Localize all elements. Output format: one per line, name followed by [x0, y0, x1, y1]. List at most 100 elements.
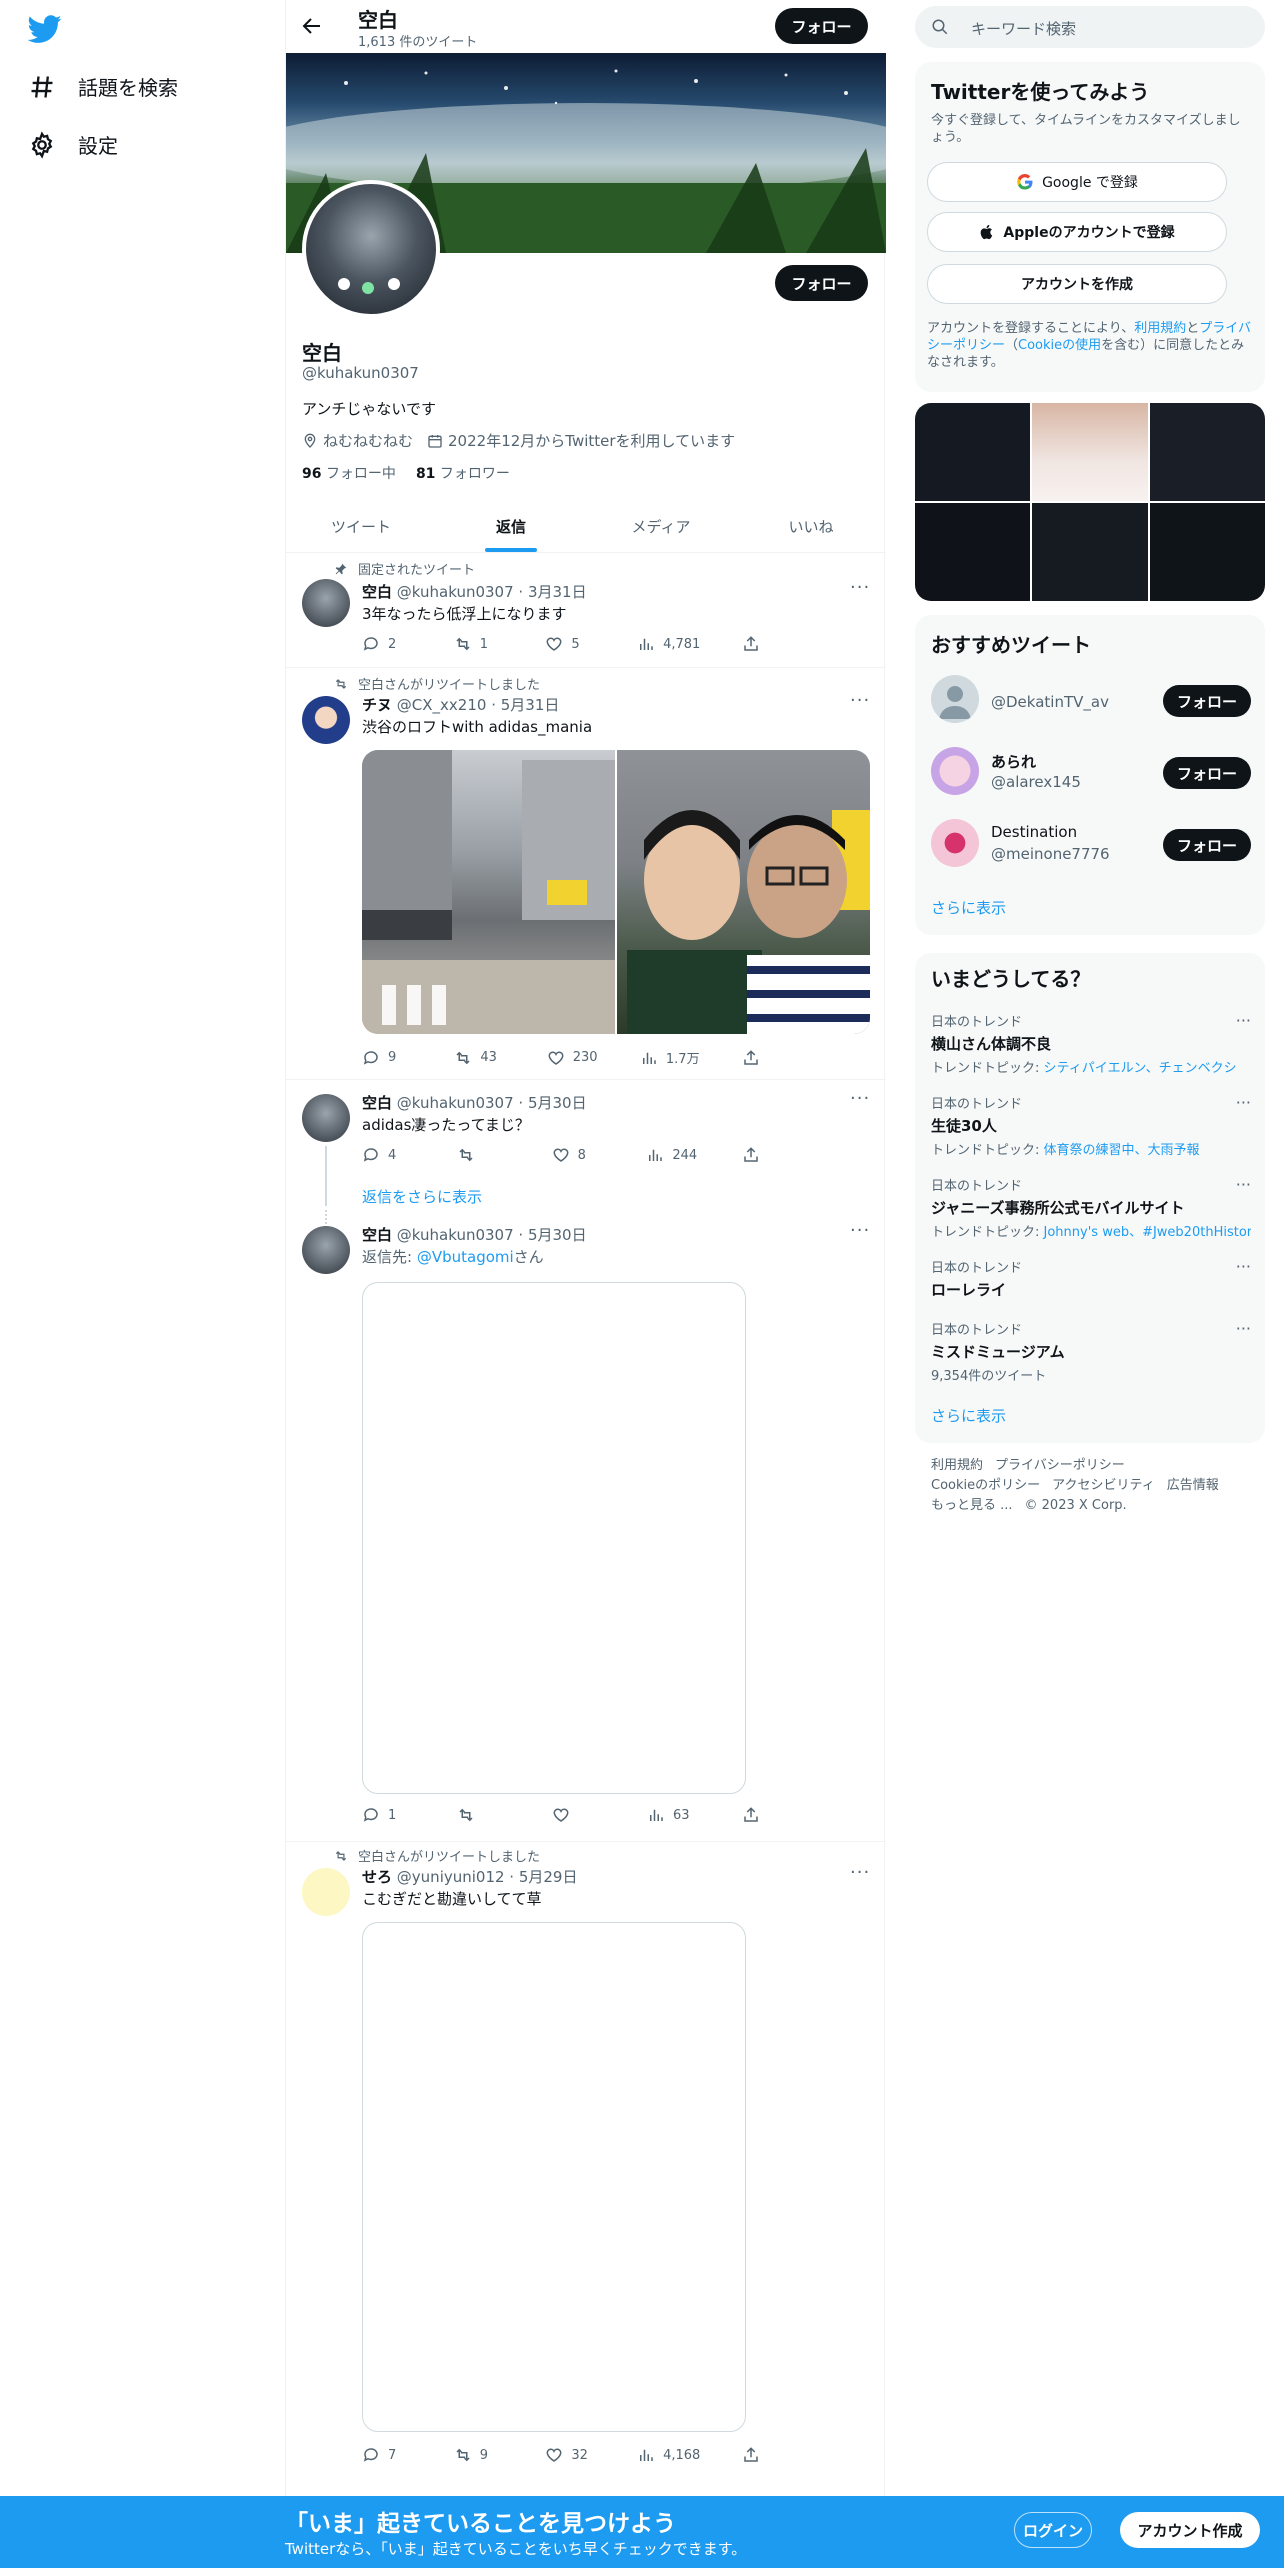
header-follow-button[interactable]: フォロー: [775, 8, 868, 44]
tweet-media-placeholder[interactable]: [362, 1282, 746, 1794]
tweet-retweet-sero[interactable]: 空白さんがリツイートしました せろ @yuniyuni012 · 5月29日 ·…: [286, 1842, 886, 2482]
tab-replies[interactable]: 返信: [436, 500, 586, 552]
tweet-author-name[interactable]: 空白: [362, 1226, 392, 1244]
more-options-icon[interactable]: ···: [850, 577, 870, 598]
media-thumb-4[interactable]: [915, 503, 1031, 601]
recommended-user[interactable]: Destination @meinone7776 フォロー: [931, 815, 1251, 875]
retweet-button[interactable]: [457, 1806, 507, 1824]
more-options-icon[interactable]: ···: [1236, 1257, 1251, 1276]
like-button[interactable]: 32: [545, 2446, 595, 2464]
apple-signup-button[interactable]: Appleのアカウントで登録: [927, 212, 1227, 252]
tweet-pinned[interactable]: 固定されたツイート 空白 @kuhakun0307 · 3月31日 ··· 3年…: [286, 553, 886, 668]
views-button[interactable]: 1.7万: [640, 1048, 700, 1067]
signup-button[interactable]: アカウント作成: [1120, 2512, 1260, 2548]
retweet-button[interactable]: 9: [454, 2446, 504, 2464]
trend-item[interactable]: 日本のトレンド 生徒30人 トレンドトピック: 体育祭の練習中、大雨予報 ···: [931, 1093, 1251, 1158]
footer-ads-link[interactable]: 広告情報: [1167, 1478, 1219, 1493]
views-button[interactable]: 63: [647, 1806, 697, 1824]
photo-selfie[interactable]: [617, 750, 870, 1034]
tab-tweets[interactable]: ツイート: [286, 500, 436, 552]
create-account-button[interactable]: アカウントを作成: [927, 264, 1227, 304]
trend-item[interactable]: 日本のトレンド ジャニーズ事務所公式モバイルサイト トレンドトピック: John…: [931, 1175, 1251, 1240]
tweet-author-name[interactable]: 空白: [362, 583, 392, 601]
google-signup-button[interactable]: Google で登録: [927, 162, 1227, 202]
retweet-button[interactable]: [457, 1146, 507, 1164]
back-arrow-icon[interactable]: [300, 14, 324, 38]
profile-avatar[interactable]: [302, 180, 440, 318]
reply-button[interactable]: 1: [362, 1806, 412, 1824]
tweet-avatar[interactable]: [302, 696, 350, 744]
recommended-show-more[interactable]: さらに表示: [931, 897, 1006, 918]
trend-item[interactable]: 日本のトレンド 横山さん体調不良 トレンドトピック: シティパイエルン、チェンベ…: [931, 1011, 1251, 1076]
twitter-logo-icon[interactable]: [28, 12, 62, 46]
tweet-author-name[interactable]: せろ: [362, 1868, 392, 1886]
reply-to-mention[interactable]: @Vbutagomi: [417, 1248, 514, 1266]
share-button[interactable]: [742, 1146, 792, 1164]
tweet-media-placeholder[interactable]: [362, 1922, 746, 2432]
tweet-avatar[interactable]: [302, 1094, 350, 1142]
more-options-icon[interactable]: ···: [1236, 1011, 1251, 1030]
profile-follow-button[interactable]: フォロー: [775, 265, 868, 301]
more-options-icon[interactable]: ···: [850, 1220, 870, 1241]
share-button[interactable]: [742, 635, 792, 653]
media-thumb-5[interactable]: [1032, 503, 1148, 601]
trend-item[interactable]: 日本のトレンド ローレライ ···: [931, 1257, 1251, 1300]
recommended-follow-button[interactable]: フォロー: [1163, 685, 1251, 717]
media-thumb-2[interactable]: [1032, 403, 1148, 501]
trends-show-more[interactable]: さらに表示: [931, 1405, 1006, 1426]
share-button[interactable]: [742, 2446, 792, 2464]
recommended-follow-button[interactable]: フォロー: [1163, 757, 1251, 789]
recommended-user[interactable]: あられ @alarex145 フォロー: [931, 743, 1251, 803]
more-options-icon[interactable]: ···: [1236, 1319, 1251, 1338]
reply-button[interactable]: 4: [362, 1146, 412, 1164]
retweet-button[interactable]: 43: [454, 1048, 504, 1067]
media-thumb-6[interactable]: [1149, 503, 1265, 601]
views-button[interactable]: 244: [646, 1146, 697, 1164]
reply-button[interactable]: 2: [362, 635, 412, 653]
footer-more-link[interactable]: もっと見る ...: [931, 1498, 1013, 1513]
tweet-avatar[interactable]: [302, 1226, 350, 1274]
trend-item[interactable]: 日本のトレンド ミスドミュージアム 9,354件のツイート ···: [931, 1319, 1251, 1384]
trend-topic-links[interactable]: シティパイエルン、チェンベクシ: [1044, 1061, 1237, 1076]
more-options-icon[interactable]: ···: [1236, 1093, 1251, 1112]
trend-topic-links[interactable]: 体育祭の練習中、大雨予報: [1044, 1143, 1200, 1158]
like-button[interactable]: 230: [547, 1048, 598, 1067]
tab-media[interactable]: メディア: [586, 500, 736, 552]
views-button[interactable]: 4,781: [637, 635, 700, 653]
nav-item-explore[interactable]: 話題を検索: [28, 72, 178, 101]
more-options-icon[interactable]: ···: [850, 690, 870, 711]
following-link[interactable]: 96 フォロー中: [302, 463, 396, 483]
share-button[interactable]: [742, 1806, 792, 1824]
reply-button[interactable]: 9: [362, 1048, 412, 1067]
tweet-author-name[interactable]: 空白: [362, 1094, 392, 1112]
search-input[interactable]: キーワード検索: [915, 6, 1265, 48]
show-more-replies-link[interactable]: 返信をさらに表示: [362, 1186, 482, 1207]
footer-terms-link[interactable]: 利用規約: [931, 1458, 983, 1473]
media-thumb-1[interactable]: [915, 403, 1031, 501]
more-options-icon[interactable]: ···: [1236, 1175, 1251, 1194]
photo-street[interactable]: [362, 750, 615, 1034]
tweet-avatar[interactable]: [302, 579, 350, 627]
views-button[interactable]: 4,168: [637, 2446, 700, 2464]
footer-accessibility-link[interactable]: アクセシビリティ: [1052, 1478, 1155, 1493]
nav-item-settings[interactable]: 設定: [28, 130, 118, 159]
cookie-link[interactable]: Cookieの使用: [1018, 338, 1101, 353]
tweet-retweet-chinu[interactable]: 空白さんがリツイートしました チヌ @CX_xx210 · 5月31日 ··· …: [286, 668, 886, 1080]
like-button[interactable]: 8: [552, 1146, 602, 1164]
tab-likes[interactable]: いいね: [736, 500, 886, 552]
more-options-icon[interactable]: ···: [850, 1862, 870, 1883]
recommended-follow-button[interactable]: フォロー: [1163, 829, 1251, 861]
footer-cookie-link[interactable]: Cookieのポリシー: [931, 1478, 1040, 1493]
media-thumb-3[interactable]: [1149, 403, 1265, 501]
recommended-user[interactable]: @DekatinTV_av フォロー: [931, 671, 1251, 731]
login-button[interactable]: ログイン: [1014, 2512, 1092, 2548]
share-button[interactable]: [742, 1048, 792, 1067]
like-button[interactable]: [552, 1806, 602, 1824]
tweet-avatar[interactable]: [302, 1868, 350, 1916]
footer-privacy-link[interactable]: プライバシーポリシー: [995, 1458, 1125, 1473]
tweet-author-name[interactable]: チヌ: [362, 696, 392, 714]
retweet-button[interactable]: 1: [454, 635, 504, 653]
trend-topic-links[interactable]: Johnny's web、#Jweb20thHistory: [1044, 1225, 1251, 1240]
terms-link[interactable]: 利用規約: [1134, 321, 1186, 336]
reply-button[interactable]: 7: [362, 2446, 412, 2464]
